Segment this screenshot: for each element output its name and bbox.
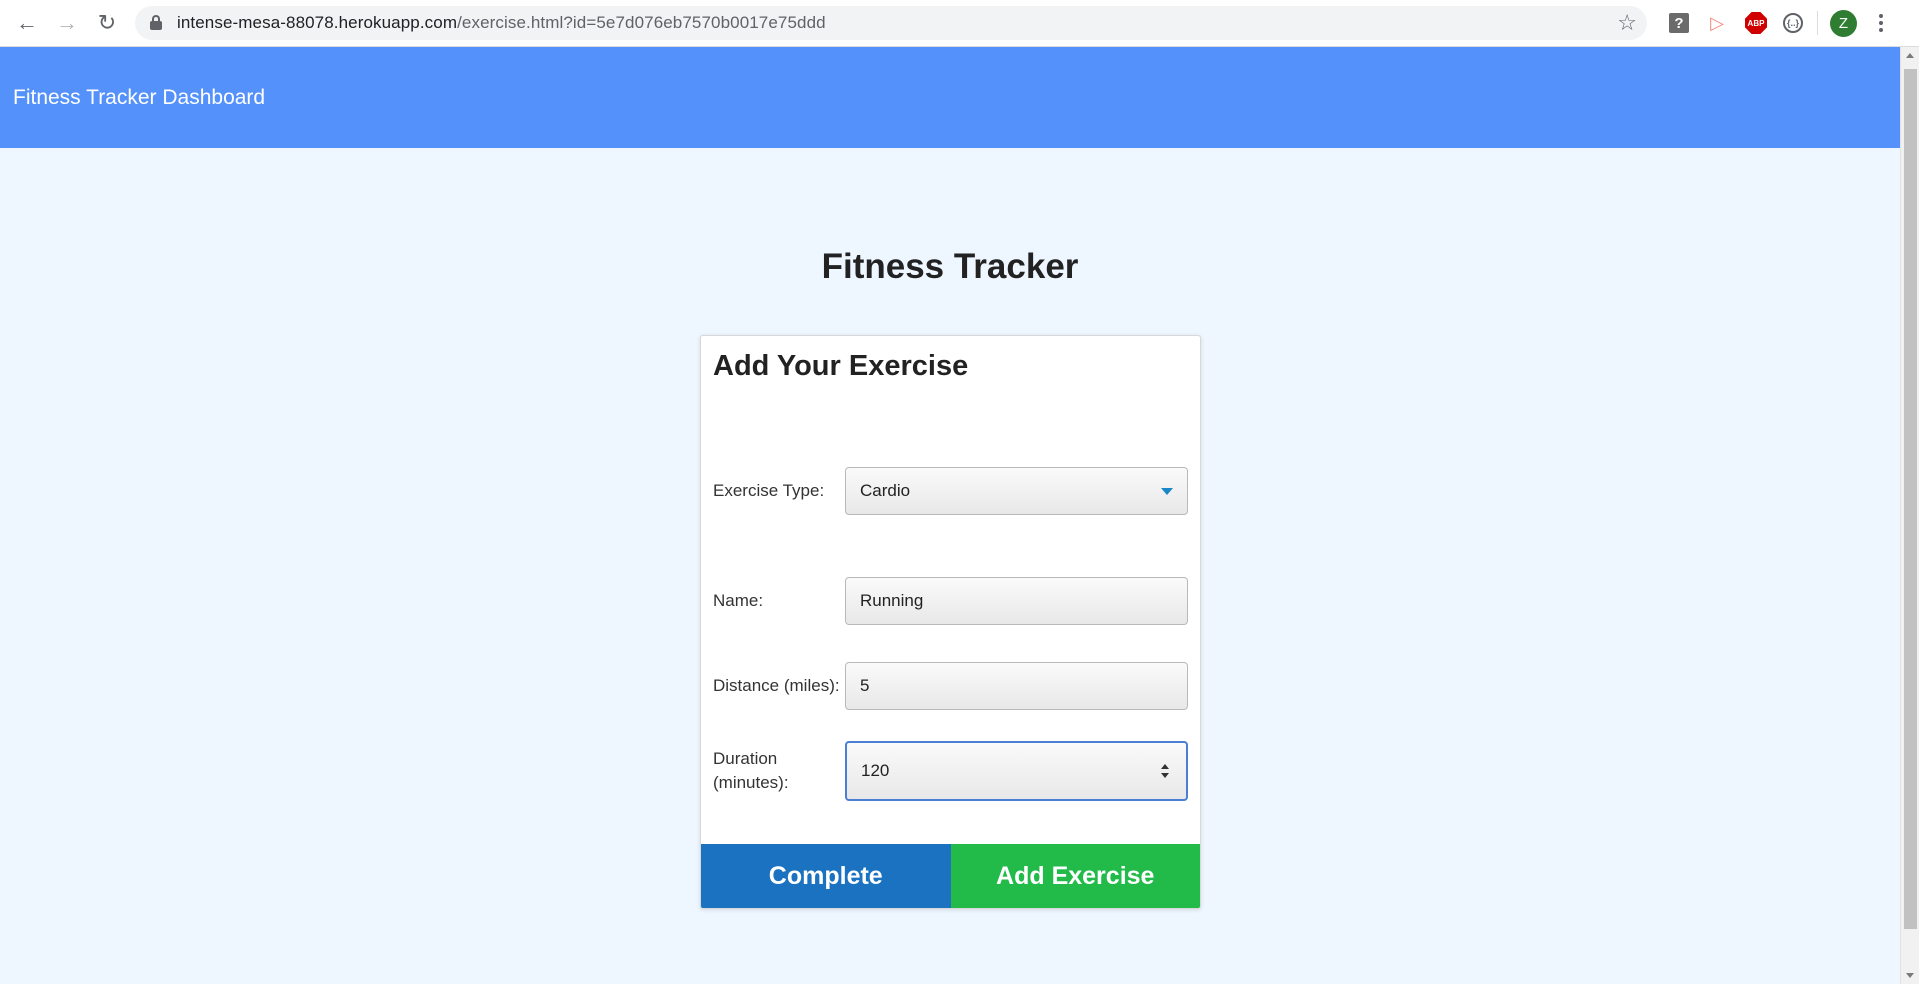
duration-label-line2: (minutes): [713,773,789,792]
exercise-type-value: Cardio [860,481,911,500]
app-header: Fitness Tracker Dashboard [0,47,1900,148]
browser-toolbar: ← → ↻ intense-mesa-88078.herokuapp.com/e… [0,0,1919,47]
url-host: intense-mesa-88078.herokuapp.com [177,13,458,32]
complete-button[interactable]: Complete [701,844,951,908]
name-row: Name: Running [713,577,1189,625]
kebab-menu-icon[interactable] [1869,11,1893,35]
distance-input[interactable]: 5 [845,662,1188,710]
exercise-type-select[interactable]: Cardio [845,467,1188,515]
scroll-thumb[interactable] [1904,69,1917,929]
duration-label: Duration (minutes): [713,747,845,795]
duration-label-line1: Duration [713,749,778,768]
exercise-type-label: Exercise Type: [713,481,825,500]
distance-row: Distance (miles): 5 [713,662,1189,710]
forward-icon[interactable]: → [47,3,87,43]
scroll-up-icon[interactable] [1906,53,1914,58]
back-icon[interactable]: ← [7,3,47,43]
url-text[interactable]: intense-mesa-88078.herokuapp.com/exercis… [177,13,826,33]
adblock-extension-icon[interactable]: ABP [1745,12,1767,34]
vertical-scrollbar[interactable] [1900,47,1919,984]
form-actions: Complete Add Exercise [701,844,1200,908]
reload-icon[interactable]: ↻ [87,3,127,43]
distance-value: 5 [860,676,870,695]
scroll-down-icon[interactable] [1906,973,1914,978]
chevron-down-icon [1161,488,1173,495]
help-extension-icon[interactable]: ? [1669,13,1689,33]
exercise-type-row: Exercise Type: Cardio [713,467,1189,515]
lock-icon [149,15,163,31]
spinner-arrows-icon[interactable] [1160,763,1170,779]
duration-input[interactable]: 120 [845,741,1188,801]
cast-extension-icon[interactable]: ▷ [1705,11,1729,35]
address-bar[interactable]: intense-mesa-88078.herokuapp.com/exercis… [135,6,1647,40]
page-viewport: Fitness Tracker Dashboard Fitness Tracke… [0,47,1900,984]
distance-label: Distance (miles): [713,676,840,695]
add-exercise-button[interactable]: Add Exercise [950,844,1200,908]
name-input[interactable]: Running [845,577,1188,625]
toolbar-separator [1817,11,1818,35]
url-path: /exercise.html?id=5e7d076eb7570b0017e75d… [457,13,826,32]
page-title: Fitness Tracker [821,247,1079,286]
extensions-area: ? ▷ ABP {..} Z [1661,9,1893,37]
name-label: Name: [713,591,764,610]
duration-row: Duration (minutes): 120 [713,741,1189,801]
name-value: Running [860,591,924,610]
duration-value: 120 [861,761,890,780]
form-title: Add Your Exercise [713,350,969,382]
star-icon[interactable]: ☆ [1617,10,1637,36]
exercise-form-card: Add Your Exercise Exercise Type: Cardio … [700,335,1201,909]
code-extension-icon[interactable]: {..} [1783,13,1803,33]
profile-avatar[interactable]: Z [1830,9,1857,37]
brand-link[interactable]: Fitness Tracker Dashboard [13,86,265,110]
